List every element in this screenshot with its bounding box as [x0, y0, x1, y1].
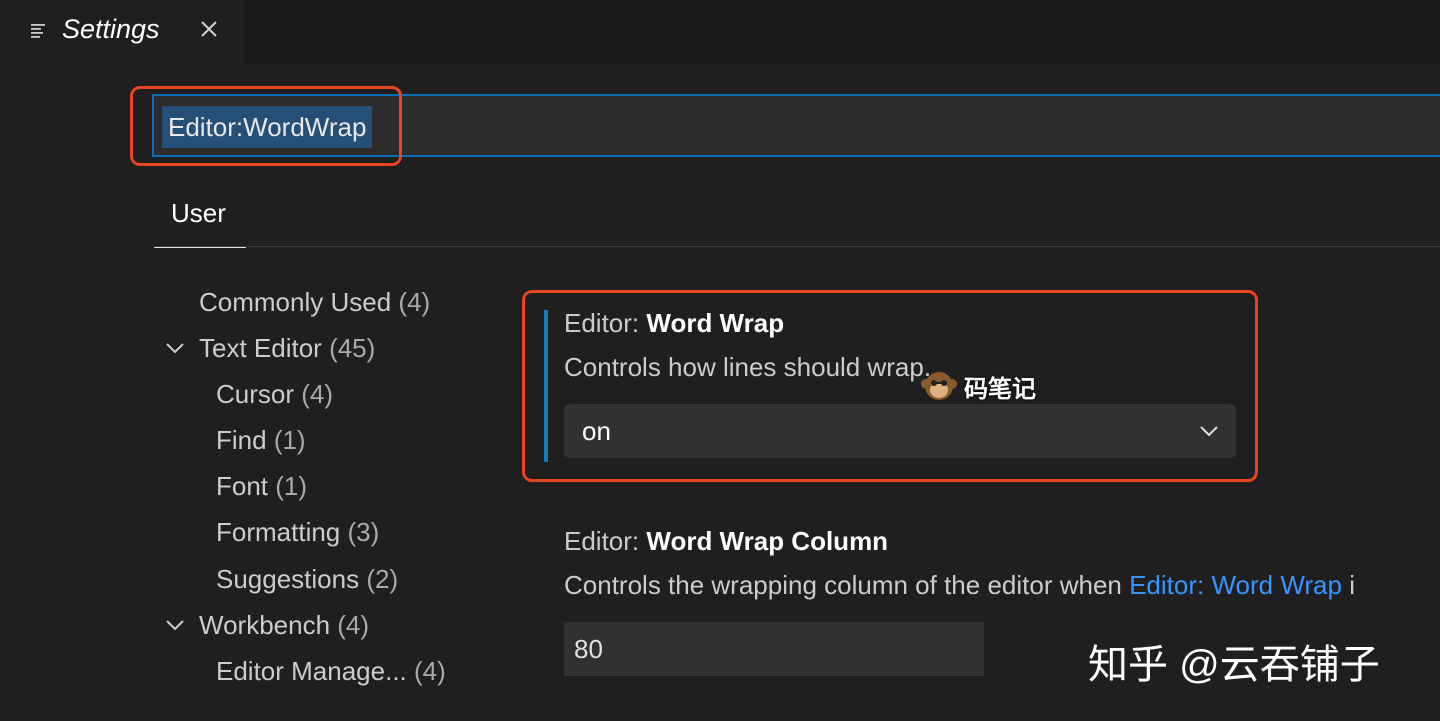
toc-item-suggestions[interactable]: Suggestions (2)	[216, 559, 398, 599]
settings-search-input[interactable]	[162, 104, 1432, 148]
setting-title-word-wrap-column: Editor: Word Wrap Column	[564, 526, 888, 557]
close-icon[interactable]	[198, 18, 220, 40]
toc-label: Cursor	[216, 379, 295, 409]
settings-tab-title: Settings	[62, 14, 160, 44]
toc-item-commonly-used[interactable]: Commonly Used (4)	[199, 282, 430, 322]
toc-label: Find	[216, 425, 267, 455]
setting-key: Word Wrap Column	[646, 526, 889, 556]
toc-count: (4)	[398, 287, 431, 317]
dropdown-value: on	[582, 416, 611, 446]
setting-key: Word Wrap	[646, 308, 785, 338]
chevron-down-icon[interactable]	[164, 614, 186, 636]
toc-count: (4)	[414, 656, 446, 686]
setting-focus-indicator	[544, 310, 548, 462]
toc-count: (1)	[275, 471, 308, 501]
toc-label: Formatting	[216, 517, 341, 547]
toc-item-workbench[interactable]: Workbench (4)	[199, 605, 369, 645]
monkey-logo-icon	[921, 372, 957, 400]
toc-item-editor-management[interactable]: Editor Manage... (4)	[216, 651, 446, 691]
toc-label: Font	[216, 471, 269, 501]
watermark-corner-text: 知乎 @云吞铺子	[1088, 643, 1380, 687]
setting-link[interactable]: Editor: Word Wrap	[1129, 570, 1342, 600]
toc-item-text-editor[interactable]: Text Editor (45)	[199, 328, 375, 368]
editor-tab-strip: Settings	[0, 0, 1440, 64]
setting-category: Editor:	[564, 308, 647, 338]
setting-description: Controls the wrapping column of the edit…	[564, 570, 1355, 601]
toc-item-cursor[interactable]: Cursor (4)	[216, 374, 333, 414]
toc-count: (45)	[329, 333, 376, 363]
toc-count: (4)	[337, 610, 370, 640]
tab-user-label: User	[171, 198, 226, 228]
toc-item-find[interactable]: Find (1)	[216, 420, 306, 460]
toc-item-font[interactable]: Font (1)	[216, 466, 307, 506]
toc-count: (2)	[366, 564, 399, 594]
scope-divider	[154, 246, 1440, 247]
word-wrap-column-input[interactable]	[564, 622, 984, 676]
setting-description: Controls how lines should wrap.	[564, 352, 932, 382]
toc-label: Workbench	[199, 610, 331, 640]
toc-label: Text Editor	[199, 333, 322, 363]
tab-user[interactable]: User	[154, 196, 246, 248]
settings-search-box[interactable]: Editor:WordWrap	[152, 94, 1440, 157]
word-wrap-dropdown[interactable]: on	[564, 404, 1236, 458]
toc-count: (1)	[273, 425, 306, 455]
setting-category: Editor:	[564, 526, 647, 556]
setting-title-word-wrap: Editor: Word Wrap	[564, 308, 784, 339]
chevron-down-icon[interactable]	[164, 337, 186, 359]
settings-list-icon	[31, 24, 45, 38]
toc-count: (4)	[301, 379, 334, 409]
description-text: i	[1341, 570, 1355, 600]
toc-item-formatting[interactable]: Formatting (3)	[216, 512, 379, 552]
toc-label: Editor Manage...	[216, 656, 407, 686]
settings-tab[interactable]: Settings	[0, 0, 244, 64]
toc-count: (3)	[347, 517, 380, 547]
toc-label: Commonly Used	[199, 287, 392, 317]
toc-label: Suggestions	[216, 564, 360, 594]
watermark-center-text: 码笔记	[964, 375, 1036, 403]
chevron-down-icon	[1200, 426, 1218, 437]
watermark-center: 码笔记	[920, 366, 1036, 406]
description-text: Controls the wrapping column of the edit…	[564, 570, 1130, 600]
settings-editor: Settings Editor:WordWrap User Commonly U…	[0, 0, 1440, 721]
